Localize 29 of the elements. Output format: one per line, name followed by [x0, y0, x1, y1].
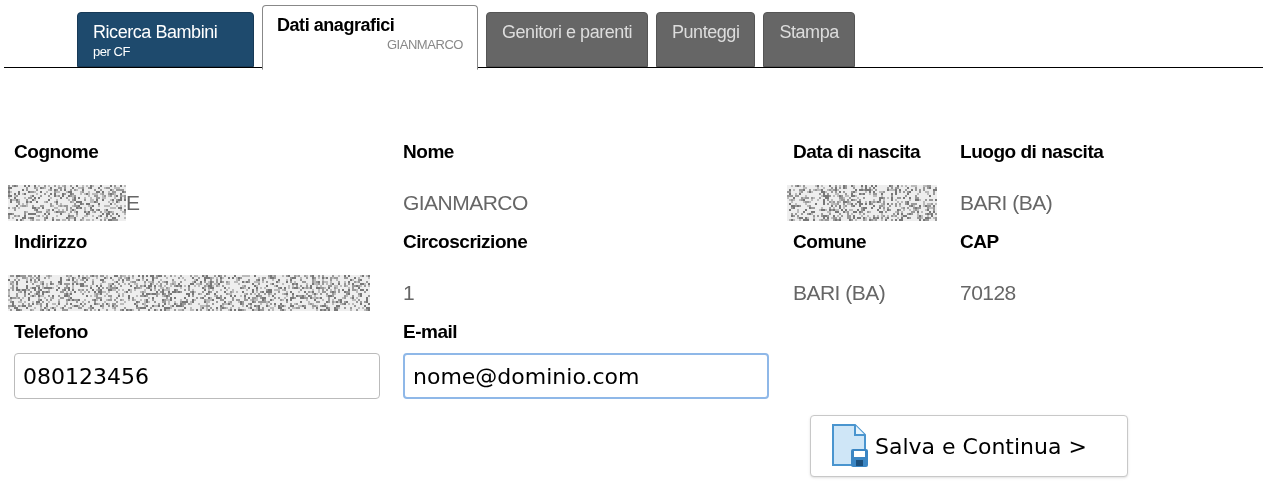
field-value: BARI (BA): [960, 190, 1053, 217]
field-value: BARI (BA): [793, 280, 886, 307]
field-label: Telefono: [14, 321, 89, 344]
document-save-icon: [831, 423, 869, 469]
field-label: Circoscrizione: [403, 231, 529, 254]
save-button[interactable]: Salva e Continua >: [810, 415, 1128, 477]
tab[interactable]: Punteggi: [656, 12, 756, 67]
tab[interactable]: Stampa: [763, 12, 855, 67]
input-field[interactable]: 080123456: [14, 353, 380, 399]
field-value: 1: [403, 280, 415, 307]
field-label: Data di nascita: [793, 141, 922, 164]
field-value: 70128: [960, 280, 1016, 307]
field-label: Comune: [793, 231, 868, 254]
field-value: GIANMARCO: [403, 190, 528, 217]
tab[interactable]: Ricerca Bambini per CF: [77, 12, 254, 67]
field-label: CAP: [960, 231, 1000, 254]
input-field[interactable]: nome@dominio.com: [403, 353, 769, 399]
tab-label: Dati anagrafici: [277, 14, 396, 36]
tab[interactable]: Genitori e parenti: [486, 12, 648, 67]
field-value: E: [126, 190, 140, 217]
field-label: Cognome: [14, 141, 100, 164]
field-label: Luogo di nascita: [960, 141, 1105, 164]
field-label: Indirizzo: [14, 231, 88, 254]
tab-sublabel: per CF: [93, 43, 132, 61]
tab-label: Ricerca Bambini: [93, 21, 219, 43]
field-label: Nome: [403, 141, 455, 164]
field-label: E-mail: [403, 321, 459, 344]
tab[interactable]: Dati anagrafici GIANMARCO: [262, 5, 478, 70]
tab-sublabel: GIANMARCO: [386, 36, 463, 54]
